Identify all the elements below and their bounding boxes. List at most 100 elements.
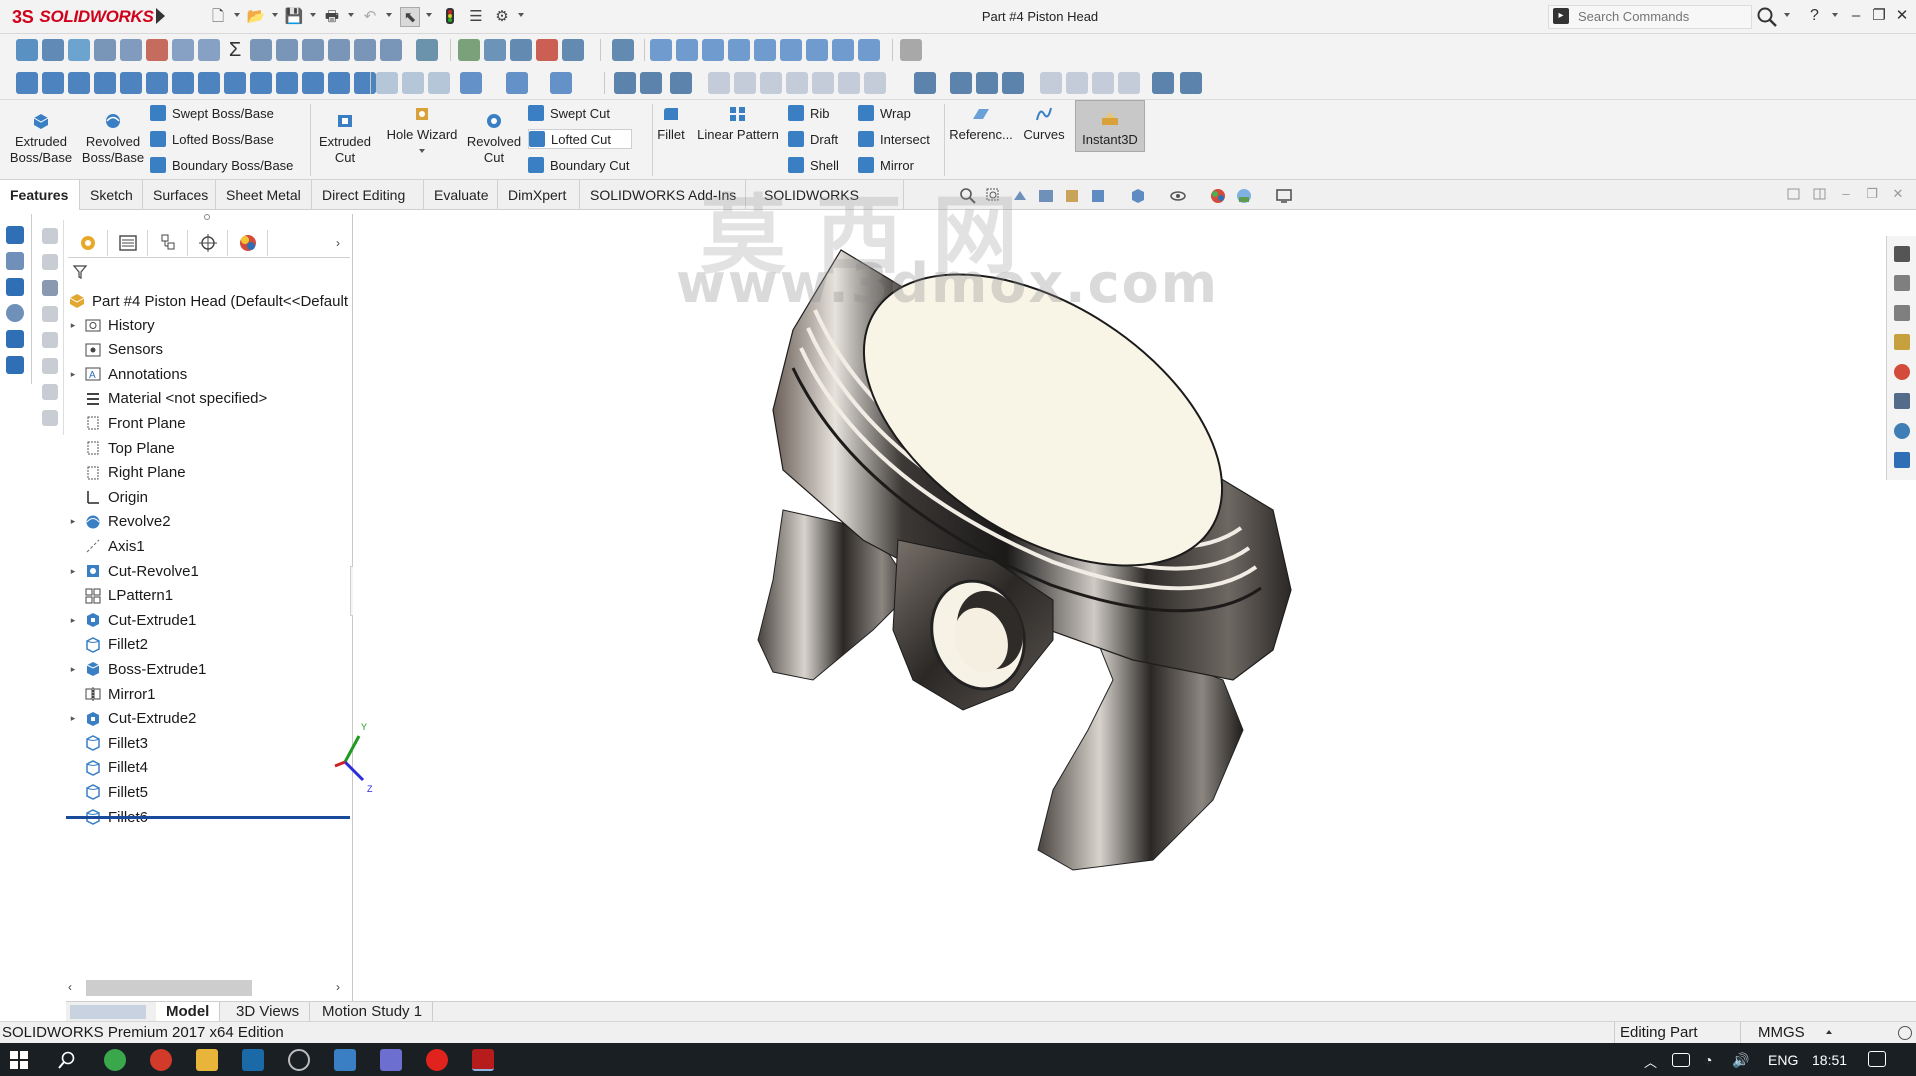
print-icon[interactable]: 🖶: [322, 7, 342, 27]
viewport-split-icon[interactable]: [1812, 186, 1828, 206]
statistics-icon[interactable]: [416, 39, 438, 61]
tree-node[interactable]: LPattern1: [68, 584, 173, 608]
restore-icon[interactable]: ❐: [1868, 5, 1890, 27]
extrude-icon[interactable]: [16, 72, 38, 94]
edge-flange-icon[interactable]: [670, 72, 692, 94]
select-dropdown-caret-icon[interactable]: [426, 13, 432, 17]
tree-node[interactable]: ▸ History: [68, 313, 155, 337]
file-explorer-icon[interactable]: [1894, 305, 1910, 321]
configurationmanager-tab-icon[interactable]: [148, 230, 188, 256]
tree-node[interactable]: Top Plane: [68, 436, 175, 460]
view-dimetric-icon[interactable]: [858, 39, 880, 61]
sum-equations-icon[interactable]: Σ: [224, 39, 246, 61]
undo-icon[interactable]: ↶: [360, 7, 380, 27]
convert-disabled-icon[interactable]: [42, 332, 58, 348]
reference-geometry-icon[interactable]: [460, 72, 482, 94]
open-folder-icon[interactable]: 📂: [246, 7, 266, 27]
tab-dimxpert[interactable]: DimXpert: [498, 180, 580, 210]
opera-icon[interactable]: [426, 1049, 448, 1071]
solidworks-logo[interactable]: 3S SOLIDWORKS: [12, 4, 154, 30]
wifi-icon[interactable]: ◔: [1704, 1052, 1712, 1068]
tray-up-arrow-icon[interactable]: ︿: [1644, 1052, 1657, 1071]
notifications-icon[interactable]: [1868, 1051, 1886, 1067]
propertymanager-tab-icon[interactable]: [108, 230, 148, 256]
viewport-restore-icon[interactable]: [1786, 186, 1802, 206]
solidworks-resources-icon[interactable]: [1894, 246, 1910, 262]
smart-dimension-icon[interactable]: [16, 39, 38, 61]
hole-icon[interactable]: [198, 72, 220, 94]
expand-arrow-icon[interactable]: ▸: [68, 713, 78, 724]
vent-disabled-icon[interactable]: [1066, 72, 1088, 94]
section-properties-icon[interactable]: [328, 39, 350, 61]
tree-node[interactable]: Origin: [68, 485, 148, 509]
steam-icon[interactable]: [242, 1049, 264, 1071]
menu-expand-arrow-icon[interactable]: [156, 8, 165, 24]
taskbar-search-icon[interactable]: [58, 1051, 76, 1069]
tree-node[interactable]: Fillet2: [68, 633, 148, 657]
miter-flange-disabled-icon[interactable]: [708, 72, 730, 94]
tree-node[interactable]: ▸ Boss-Extrude1: [68, 657, 207, 681]
options-dropdown-caret-icon[interactable]: [518, 13, 524, 17]
view-settings-icon[interactable]: [1274, 186, 1294, 206]
smart-dimension-icon[interactable]: [6, 356, 24, 374]
edit-appearance-icon[interactable]: [1208, 186, 1228, 206]
piston-head-model[interactable]: [353, 210, 1883, 1002]
panel-expand-arrow-icon[interactable]: ›: [336, 236, 340, 250]
volume-icon[interactable]: 🔊: [1732, 1052, 1749, 1069]
sheet-metal-icon[interactable]: [614, 72, 636, 94]
discord-icon[interactable]: [380, 1049, 402, 1071]
cut-revolve-icon[interactable]: [224, 72, 246, 94]
view-palette-icon[interactable]: [1894, 334, 1910, 350]
apply-scene-icon[interactable]: [1234, 186, 1254, 206]
curves-button[interactable]: Curves: [1016, 105, 1072, 143]
revolved-cut-button[interactable]: Revolved Cut: [462, 112, 526, 166]
save-dropdown-caret-icon[interactable]: [310, 13, 316, 17]
undo-dropdown-caret-icon[interactable]: [386, 13, 392, 17]
tree-node[interactable]: ▸ Cut-Revolve1: [68, 559, 199, 583]
draft-icon[interactable]: [354, 72, 376, 94]
view-right-icon[interactable]: [728, 39, 750, 61]
hide-show-items-icon[interactable]: [1168, 186, 1188, 206]
solidworks-taskbar-icon[interactable]: [472, 1049, 494, 1071]
print-dropdown-caret-icon[interactable]: [348, 13, 354, 17]
corner-disabled-icon[interactable]: [838, 72, 860, 94]
view-left-icon[interactable]: [702, 39, 724, 61]
expand-arrow-icon[interactable]: ▸: [68, 320, 78, 331]
minimize-icon[interactable]: –: [1845, 5, 1867, 27]
display-style-icon[interactable]: [1128, 186, 1148, 206]
tab-scroll-arrows[interactable]: [70, 1005, 146, 1019]
relations-disabled-icon[interactable]: [42, 228, 58, 244]
search-input[interactable]: [1578, 9, 1738, 24]
line-icon[interactable]: [6, 252, 24, 270]
section-view-icon[interactable]: [94, 39, 116, 61]
draft-button[interactable]: Draft: [788, 129, 838, 149]
swept-boss-button[interactable]: Swept Boss/Base: [150, 103, 274, 123]
jog-disabled-icon[interactable]: [760, 72, 782, 94]
graphics-area[interactable]: Y Z 莫西网 www.3dmox.com: [334, 185, 1883, 1002]
hem-disabled-icon[interactable]: [734, 72, 756, 94]
measure-icon[interactable]: [276, 39, 298, 61]
expand-arrow-icon[interactable]: ▸: [68, 615, 78, 626]
sketched-bend-disabled-icon[interactable]: [786, 72, 808, 94]
save-icon[interactable]: 💾: [284, 7, 304, 27]
rib-button[interactable]: Rib: [788, 103, 830, 123]
cut-boundary-icon[interactable]: [302, 72, 324, 94]
lofted-bend-disabled-icon[interactable]: [1118, 72, 1140, 94]
flatten-disabled-icon[interactable]: [864, 72, 886, 94]
tree-node[interactable]: ▸ Cut-Extrude1: [68, 608, 197, 632]
thicken-icon[interactable]: [146, 72, 168, 94]
tab-motion-study[interactable]: Motion Study 1: [312, 1002, 434, 1022]
settings-taskbar-icon[interactable]: [288, 1049, 310, 1071]
extruded-boss-button[interactable]: Extruded Boss/Base: [6, 112, 76, 166]
view-back-icon[interactable]: [676, 39, 698, 61]
expand-arrow-icon[interactable]: ▸: [68, 516, 78, 527]
expand-arrow-icon[interactable]: ▸: [68, 566, 78, 577]
open-dropdown-caret-icon[interactable]: [272, 13, 278, 17]
tree-node[interactable]: Axis1: [68, 534, 145, 558]
view-orientation-icon[interactable]: [120, 39, 142, 61]
app-green-icon[interactable]: [104, 1049, 126, 1071]
shell-icon[interactable]: [328, 72, 350, 94]
lofted-boss-button[interactable]: Lofted Boss/Base: [150, 129, 274, 149]
tree-node[interactable]: Fillet5: [68, 780, 148, 804]
mirror-disabled-icon[interactable]: [42, 384, 58, 400]
